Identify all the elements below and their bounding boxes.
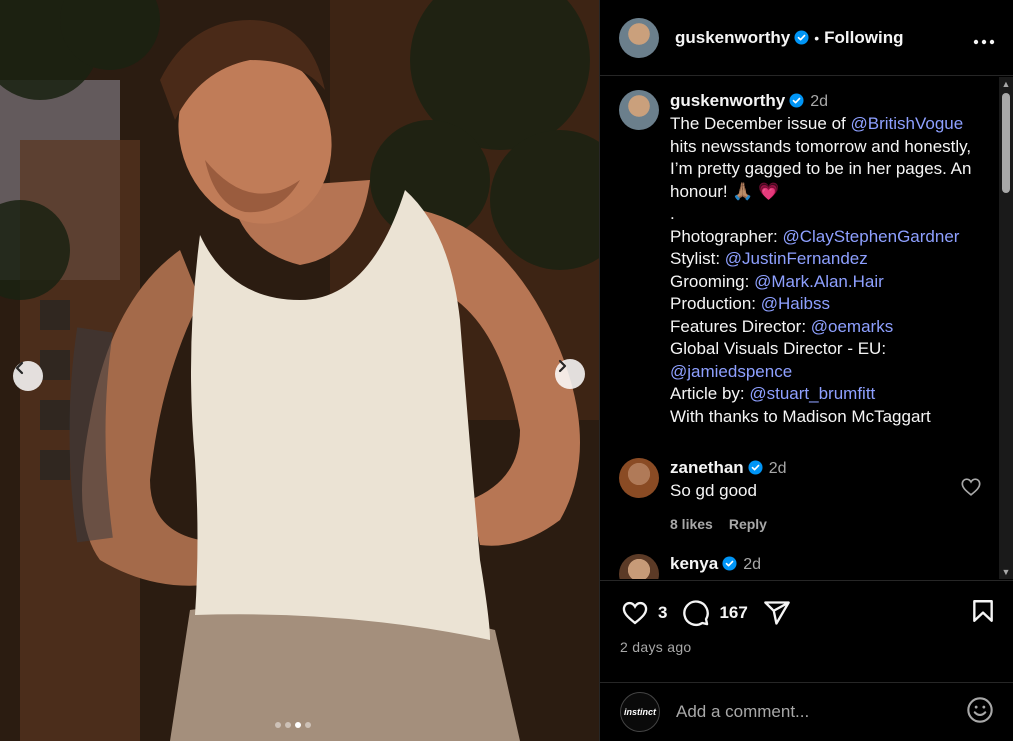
author-avatar[interactable] — [619, 17, 659, 58]
caption-line-text: Features Director: — [670, 316, 811, 336]
caption-mention-link[interactable]: @oemarks — [811, 317, 893, 336]
verified-badge-icon — [794, 30, 809, 45]
comment-username[interactable]: kenya — [670, 554, 718, 573]
commenter-avatar[interactable] — [619, 458, 659, 498]
caption-line-text: With thanks to Madison McTaggart — [670, 406, 931, 426]
caption-mention-link[interactable]: @ClayStephenGardner — [782, 227, 959, 246]
carousel-dot — [275, 722, 281, 728]
post-actions: 3 167 2 days ago — [600, 580, 1013, 655]
caption-line: Grooming: @Mark.Alan.Hair — [670, 271, 982, 294]
caption-line: Global Visuals Director - EU: @jamiedspe… — [670, 338, 982, 383]
caption-line: . — [670, 203, 982, 226]
caption-line-text: Article by: — [670, 384, 750, 403]
caption-text: The December issue of @BritishVogue hits… — [670, 113, 982, 428]
caption-line-text: Production: — [670, 294, 761, 313]
caption-username[interactable]: guskenworthy — [670, 91, 785, 110]
save-button[interactable] — [970, 597, 996, 630]
like-button[interactable]: 3 — [620, 599, 667, 627]
comment-item: kenya 2d — [600, 532, 1000, 579]
like-comment-icon[interactable] — [960, 476, 982, 498]
share-icon — [764, 601, 790, 625]
comment-item: zanethan 2d So gd good 8 likes Reply — [600, 428, 1000, 532]
following-button[interactable]: Following — [824, 28, 903, 48]
more-options-button[interactable] — [973, 25, 995, 51]
comment-count[interactable]: 167 — [719, 603, 747, 623]
header-separator: • — [814, 29, 820, 46]
chevron-left-icon — [15, 361, 24, 375]
emoji-button[interactable] — [966, 696, 994, 729]
caption-line: Production: @Haibss — [670, 293, 982, 316]
scroll-up-icon[interactable]: ▲ — [1001, 79, 1011, 89]
commenter-avatar[interactable] — [619, 554, 659, 579]
chevron-right-icon — [558, 359, 567, 373]
caption-line-text: Global Visuals Director - EU: — [670, 339, 891, 358]
verified-badge-icon — [722, 556, 737, 571]
caption-line: Stylist: @JustinFernandez — [670, 248, 982, 271]
post-header: guskenworthy • Following — [600, 0, 1013, 76]
caption-author-avatar[interactable] — [619, 90, 659, 130]
post-image[interactable] — [0, 0, 599, 741]
comments-list[interactable]: guskenworthy 2d The December issue of @Br… — [600, 77, 1000, 579]
caption-line-text: Photographer: — [670, 226, 783, 246]
share-button[interactable] — [762, 599, 792, 627]
caption-line-text: Grooming: — [670, 271, 755, 291]
carousel-dot — [295, 722, 301, 728]
post-timestamp[interactable]: 2 days ago — [600, 639, 1013, 655]
current-user-avatar-text: instinct — [623, 707, 656, 717]
post-photo-illustration — [0, 0, 599, 741]
scroll-thumb[interactable] — [1002, 93, 1010, 193]
comment-text: So gd good — [670, 481, 757, 500]
comment-time: 2d — [743, 556, 761, 573]
comment-reply-button[interactable]: Reply — [729, 516, 767, 532]
caption-mention-link[interactable]: @Mark.Alan.Hair — [754, 272, 884, 291]
caption-line: With thanks to Madison McTaggart — [670, 406, 982, 429]
caption-line-text: . — [670, 204, 675, 223]
caption-line: The December issue of @BritishVogue hits… — [670, 113, 982, 203]
previous-slide-button[interactable] — [13, 361, 43, 391]
caption-time: 2d — [810, 93, 829, 110]
next-slide-button[interactable] — [555, 359, 585, 389]
caption-line-text: The December issue of — [670, 114, 851, 133]
caption-mention-link[interactable]: @Haibss — [761, 294, 830, 313]
comments-scrollbar[interactable]: ▲ ▼ — [999, 77, 1013, 579]
caption-mention-link[interactable]: @JustinFernandez — [725, 249, 868, 268]
comment-input[interactable] — [676, 702, 936, 722]
caption-line: Article by: @stuart_brumfitt — [670, 383, 982, 406]
caption-line-text: Stylist: — [670, 249, 725, 268]
verified-badge-icon — [789, 93, 804, 108]
comment-time: 2d — [768, 460, 787, 477]
caption-mention-link[interactable]: @stuart_brumfitt — [749, 384, 875, 403]
caption-entry: guskenworthy 2d The December issue of @Br… — [600, 77, 1000, 428]
caption-mention-link[interactable]: @jamiedspence — [670, 362, 792, 381]
caption-line: Photographer: @ClayStephenGardner — [670, 226, 982, 249]
carousel-dot — [285, 722, 291, 728]
carousel-indicator — [275, 722, 311, 728]
bookmark-icon — [973, 599, 993, 622]
add-comment-bar: instinct — [600, 682, 1013, 741]
comment-button[interactable]: 167 — [681, 599, 748, 627]
emoji-icon — [967, 696, 993, 723]
like-count[interactable]: 3 — [658, 603, 667, 623]
more-horizontal-icon — [973, 39, 995, 44]
comment-likes[interactable]: 8 likes — [670, 516, 713, 532]
caption-mention-link[interactable]: @BritishVogue — [850, 114, 963, 133]
post-details-panel: guskenworthy • Following guskenworthy 2d … — [599, 0, 1013, 741]
heart-icon — [622, 601, 648, 625]
scroll-down-icon[interactable]: ▼ — [1001, 567, 1011, 577]
carousel-dot — [305, 722, 311, 728]
author-username[interactable]: guskenworthy — [675, 28, 790, 48]
caption-line: Features Director: @oemarks — [670, 316, 982, 339]
comment-icon — [683, 600, 710, 626]
verified-badge-icon — [748, 460, 763, 475]
comment-username[interactable]: zanethan — [670, 458, 744, 477]
current-user-avatar[interactable]: instinct — [620, 692, 660, 732]
